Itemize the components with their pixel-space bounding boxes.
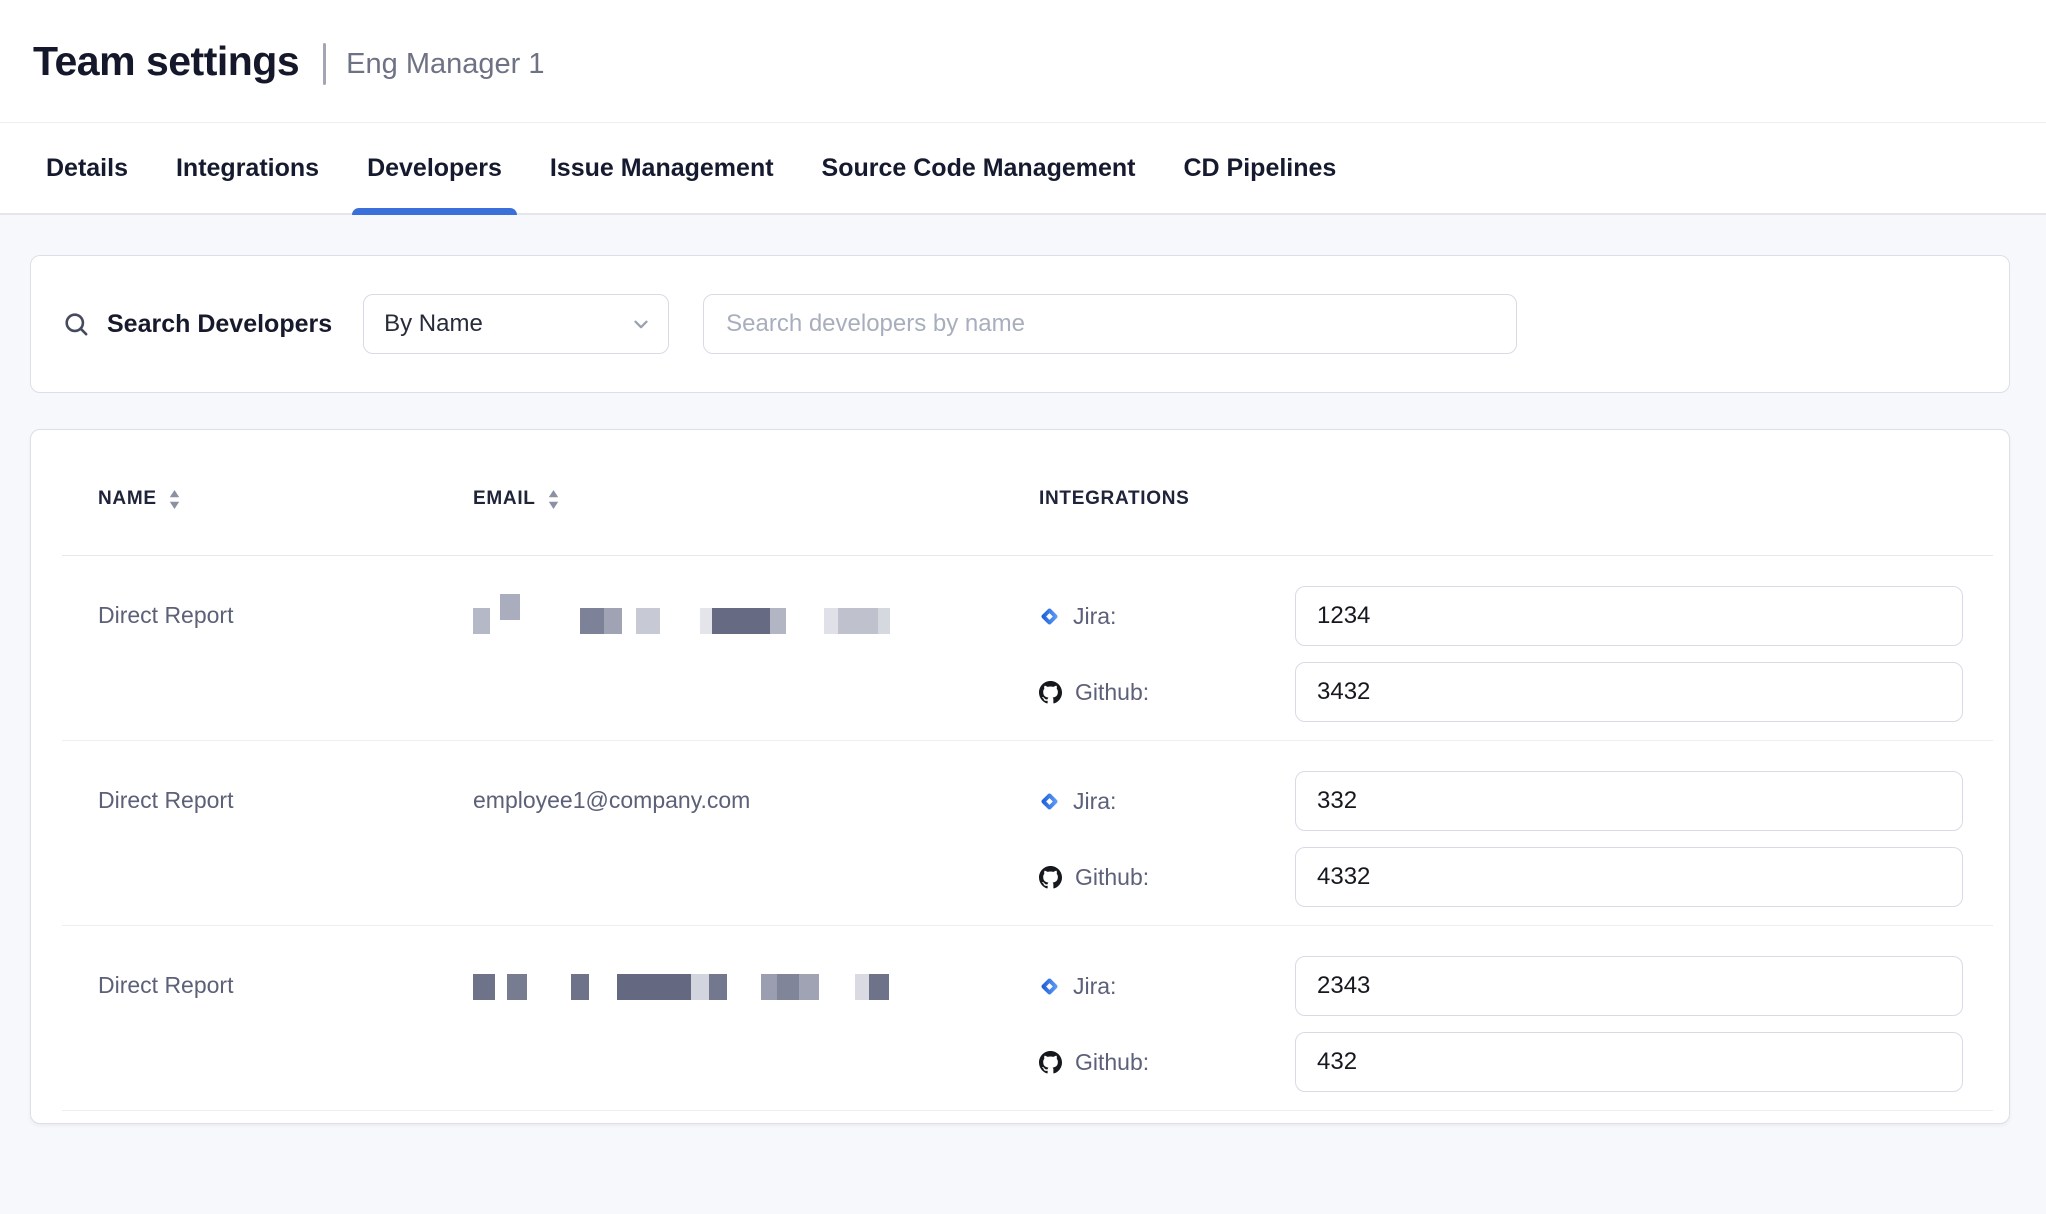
- search-icon: [63, 311, 90, 338]
- developer-email: [473, 956, 1039, 1092]
- github-label-text: Github:: [1075, 864, 1149, 891]
- jira-label-text: Jira:: [1073, 603, 1116, 630]
- search-input[interactable]: [703, 294, 1517, 354]
- jira-icon: [1039, 976, 1060, 997]
- column-header-name[interactable]: NAME: [98, 488, 473, 510]
- github-field: Github:: [1039, 1032, 1963, 1092]
- jira-label-text: Jira:: [1073, 788, 1116, 815]
- github-id-input[interactable]: [1295, 662, 1963, 722]
- tab-source-code-management[interactable]: Source Code Management: [822, 123, 1136, 213]
- developer-name: Direct Report: [98, 586, 473, 722]
- tab-cd-pipelines[interactable]: CD Pipelines: [1184, 123, 1337, 213]
- tab-issue-management[interactable]: Issue Management: [550, 123, 774, 213]
- developer-email: [473, 586, 1039, 722]
- team-settings-page: Team settings Eng Manager 1 Details Inte…: [0, 0, 2046, 1214]
- table-row: Direct Report: [62, 556, 1993, 741]
- tab-developers[interactable]: Developers: [367, 123, 502, 213]
- jira-id-input[interactable]: [1295, 586, 1963, 646]
- github-label: Github:: [1039, 679, 1295, 706]
- table-header-row: NAME EMAIL: [62, 430, 1993, 556]
- sort-icon[interactable]: [547, 489, 560, 510]
- search-filter-value: By Name: [384, 310, 483, 338]
- search-panel: Search Developers By Name: [30, 255, 2010, 393]
- sort-icon[interactable]: [168, 489, 181, 510]
- jira-id-input[interactable]: [1295, 771, 1963, 831]
- jira-field: Jira:: [1039, 771, 1963, 831]
- github-label: Github:: [1039, 1049, 1295, 1076]
- github-label-text: Github:: [1075, 1049, 1149, 1076]
- github-icon: [1039, 866, 1062, 889]
- developer-name: Direct Report: [98, 771, 473, 907]
- page-header: Team settings Eng Manager 1: [0, 0, 2046, 123]
- chevron-down-icon: [630, 313, 652, 335]
- jira-id-input[interactable]: [1295, 956, 1963, 1016]
- title-divider: [323, 43, 326, 85]
- redacted-email: [473, 972, 889, 1002]
- github-label: Github:: [1039, 864, 1295, 891]
- github-id-input[interactable]: [1295, 847, 1963, 907]
- jira-label: Jira:: [1039, 788, 1295, 815]
- developers-table: NAME EMAIL: [30, 429, 2010, 1124]
- developer-email: employee1@company.com: [473, 771, 1039, 907]
- github-id-input[interactable]: [1295, 1032, 1963, 1092]
- tab-details[interactable]: Details: [46, 123, 128, 213]
- jira-label-text: Jira:: [1073, 973, 1116, 1000]
- table-row: Direct Report employee1@company.com: [62, 741, 1993, 926]
- jira-field: Jira:: [1039, 586, 1963, 646]
- github-field: Github:: [1039, 847, 1963, 907]
- main-content: Search Developers By Name NAME: [0, 215, 2046, 1124]
- column-header-email[interactable]: EMAIL: [473, 488, 1039, 510]
- jira-icon: [1039, 791, 1060, 812]
- team-name: Eng Manager 1: [346, 42, 544, 81]
- integrations-cell: Jira: Github:: [1039, 771, 1993, 907]
- column-label-name: NAME: [98, 488, 157, 510]
- search-filter-select[interactable]: By Name: [363, 294, 669, 354]
- tab-integrations[interactable]: Integrations: [176, 123, 319, 213]
- jira-field: Jira:: [1039, 956, 1963, 1016]
- github-field: Github:: [1039, 662, 1963, 722]
- integrations-cell: Jira: Github:: [1039, 956, 1993, 1092]
- jira-label: Jira:: [1039, 973, 1295, 1000]
- search-label: Search Developers: [107, 310, 332, 339]
- table-row: Direct Report: [62, 926, 1993, 1111]
- page-title: Team settings: [33, 38, 299, 85]
- column-label-email: EMAIL: [473, 488, 536, 510]
- tab-bar: Details Integrations Developers Issue Ma…: [0, 123, 2046, 215]
- jira-icon: [1039, 606, 1060, 627]
- github-icon: [1039, 1051, 1062, 1074]
- github-label-text: Github:: [1075, 679, 1149, 706]
- column-label-integrations: INTEGRATIONS: [1039, 488, 1190, 510]
- email-text: employee1@company.com: [473, 787, 750, 814]
- redacted-email: [473, 602, 890, 632]
- github-icon: [1039, 681, 1062, 704]
- developer-name: Direct Report: [98, 956, 473, 1092]
- jira-label: Jira:: [1039, 603, 1295, 630]
- integrations-cell: Jira: Github:: [1039, 586, 1993, 722]
- column-header-integrations: INTEGRATIONS: [1039, 488, 1993, 510]
